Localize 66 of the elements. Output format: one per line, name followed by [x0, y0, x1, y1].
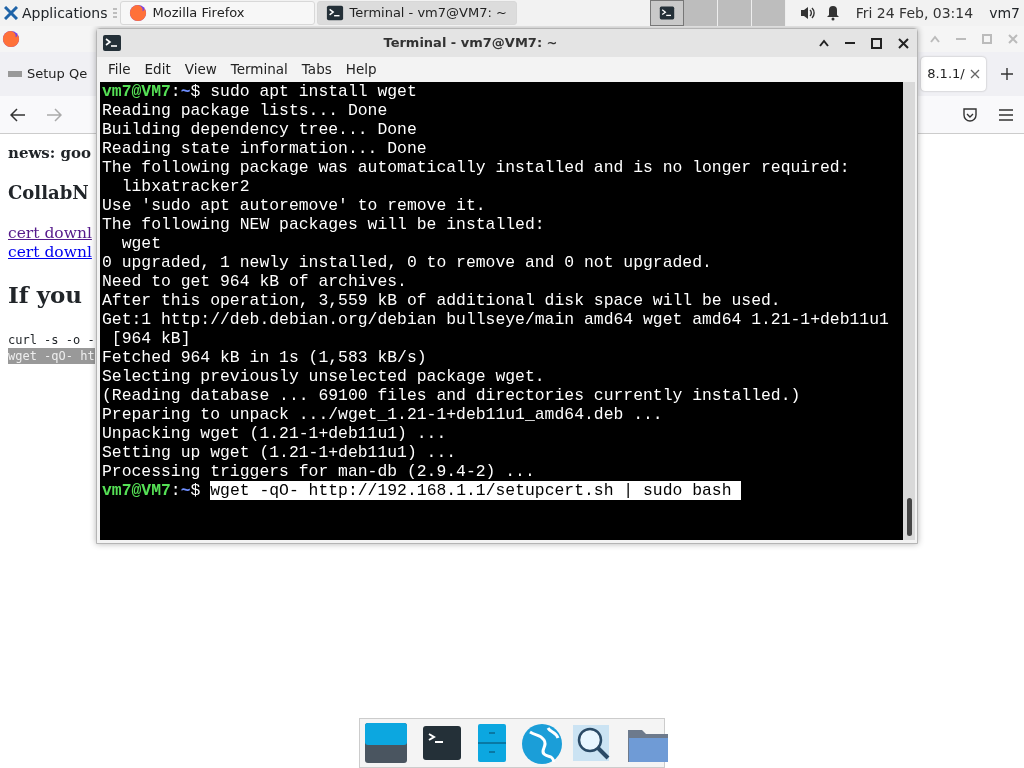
terminal-icon	[102, 33, 122, 53]
taskbar-button[interactable]: Terminal - vm7@VM7: ~	[316, 1, 517, 25]
output-line: [964 kB]	[110, 329, 191, 348]
page-heading: news: goo	[8, 143, 92, 164]
output-line: Unpacking wget (1.21-1+deb11u1) ...	[102, 424, 447, 443]
output-line: Building dependency tree... Done	[102, 120, 417, 139]
terminal-icon	[658, 5, 675, 21]
page-heading: CollabN	[8, 180, 89, 205]
output-line: Reading state information... Done	[102, 139, 427, 158]
prompt-line: vm7@VM7:~$ sudo apt install wget	[102, 82, 417, 101]
chevron-up-icon[interactable]	[819, 39, 829, 47]
scrollbar[interactable]	[903, 82, 915, 540]
firefox-icon	[2, 30, 20, 48]
notification-bell-icon[interactable]	[825, 5, 840, 21]
output-line: Get:1 http://deb.debian.org/debian bullseye/main amd64 wget amd64 1.21-1+deb11u1	[102, 310, 889, 329]
output-line: Processing triggers for man-db (2.9.4-2) ...	[102, 462, 535, 481]
browser-tab[interactable]: Setup Qe	[2, 57, 94, 91]
pocket-icon[interactable]	[962, 106, 978, 123]
download-link[interactable]: cert downl	[8, 242, 92, 262]
volume-icon[interactable]	[799, 5, 816, 21]
browser-tab[interactable]: 8.1.1/	[921, 57, 986, 91]
output-line: (Reading database ... 69100 files and directories currently installed.)	[102, 386, 801, 405]
menu-item[interactable]: Help	[339, 59, 383, 80]
output-line: The following NEW packages will be installed:	[102, 215, 545, 234]
output-line: Reading package lists... Done	[102, 101, 388, 120]
clock[interactable]: Fri 24 Feb, 03:14	[855, 2, 974, 24]
site-favicon-icon	[8, 70, 22, 78]
new-tab-icon[interactable]	[999, 67, 1014, 81]
menu-item[interactable]: Terminal	[224, 59, 294, 80]
user-name[interactable]: vm7	[989, 2, 1020, 24]
output-line: Selecting previously unselected package wget.	[102, 367, 545, 386]
output-line: Fetched 964 kB in 1s (1,583 kB/s)	[102, 348, 427, 367]
show-desktop-icon[interactable]	[364, 722, 408, 764]
output-line: Need to get 964 kB of archives.	[102, 272, 407, 291]
output-line: Use 'sudo apt autoremove' to remove it.	[102, 196, 486, 215]
menu-icon[interactable]	[998, 107, 1014, 122]
globe-icon[interactable]	[520, 722, 564, 764]
prompt-line: vm7@VM7:~$ wget -qO- http://192.168.1.1/setupcert.sh | sudo bash	[102, 481, 742, 500]
output-line: Setting up wget (1.21-1+deb11u1) ...	[102, 443, 457, 462]
firefox-icon	[128, 4, 147, 22]
taskbar-button[interactable]: Mozilla Firefox	[119, 1, 315, 25]
x-logo-icon	[4, 6, 18, 20]
output-line: libxatracker2	[120, 177, 250, 196]
minimize-icon[interactable]	[845, 41, 855, 45]
close-icon[interactable]	[898, 37, 909, 49]
output-line: After this operation, 3,559 kB of additional disk space will be used.	[102, 291, 781, 310]
applications-menu[interactable]: Applications	[0, 2, 112, 24]
menu-item[interactable]: Edit	[138, 59, 177, 80]
maximize-icon[interactable]	[871, 37, 882, 49]
menu-item[interactable]: View	[178, 59, 223, 80]
back-arrow-icon[interactable]	[10, 107, 26, 122]
code-line: curl -s -o -	[8, 332, 95, 348]
output-line: wget	[120, 234, 162, 253]
handle-icon	[111, 6, 118, 20]
page-heading: If you	[8, 279, 83, 310]
output-line: 0 upgraded, 1 newly installed, 0 to remove and 0 not upgraded.	[102, 253, 712, 272]
output-line: The following package was automatically installed and is no longer required:	[102, 158, 850, 177]
menu-item[interactable]: File	[102, 59, 137, 80]
output-line: Preparing to unpack .../wget_1.21-1+deb11u1_amd64.deb ...	[102, 405, 663, 424]
close-icon[interactable]	[969, 69, 980, 79]
terminal-icon	[325, 4, 344, 22]
window-title: Terminal - vm7@VM7: ~	[382, 34, 559, 53]
download-link[interactable]: cert downl	[8, 223, 92, 243]
menu-item[interactable]: Tabs	[295, 59, 338, 80]
applications-label: Applications	[22, 3, 108, 23]
workspace-button[interactable]	[649, 0, 684, 26]
